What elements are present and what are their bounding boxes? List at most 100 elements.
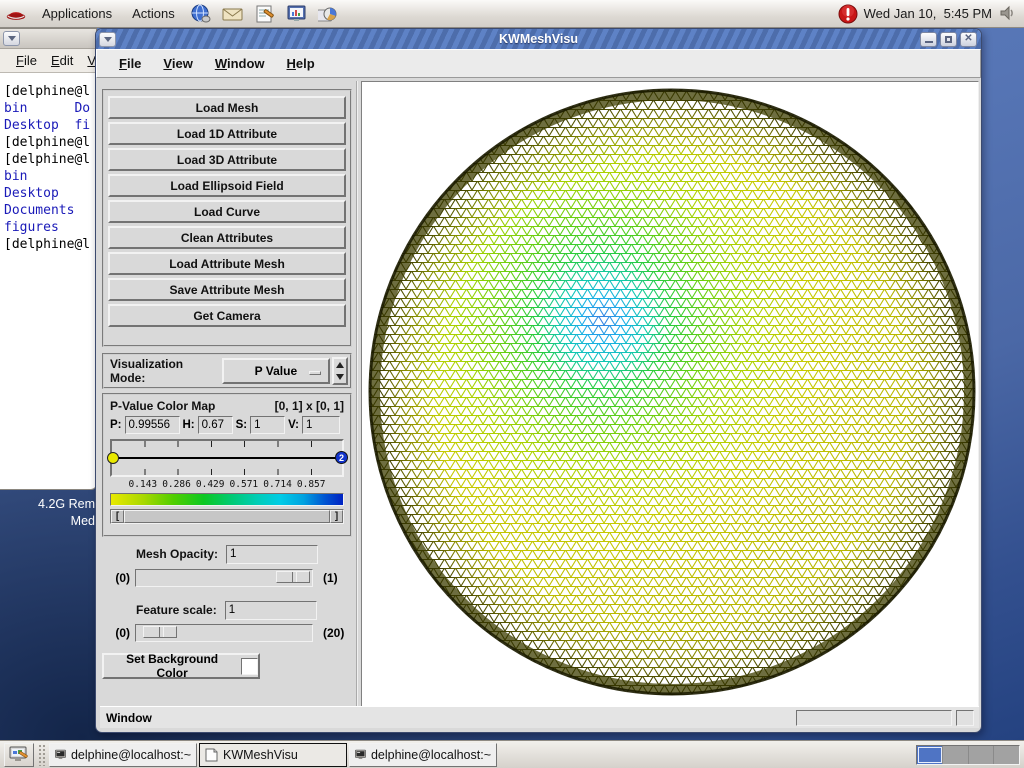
feature-scale-slider[interactable] <box>135 624 313 642</box>
window-menu-icon[interactable] <box>3 31 20 46</box>
load-3d-attribute-button[interactable]: Load 3D Attribute <box>108 148 346 171</box>
colormap-gradient-bar <box>110 493 344 506</box>
colormap-handle-left[interactable] <box>107 452 119 464</box>
set-background-color-button[interactable]: Set Background Color <box>102 653 260 679</box>
status-text: Window <box>100 711 152 725</box>
panel-divider[interactable] <box>356 81 358 707</box>
feature-slider-handle[interactable] <box>143 626 177 638</box>
terminal-line: bin Do <box>4 100 92 117</box>
show-desktop-icon <box>9 746 29 763</box>
menu-help[interactable]: Help <box>287 56 315 71</box>
volume-icon[interactable] <box>998 4 1016 22</box>
range-thumb[interactable] <box>124 510 330 523</box>
terminal-menu-edit[interactable]: Edit <box>51 53 73 68</box>
mesh-opacity-slider[interactable] <box>135 569 313 587</box>
optionmenu-indicator-icon <box>309 371 321 375</box>
status-bar: Window <box>100 706 979 728</box>
colormap-tick-labels: 0.143 0.286 0.429 0.571 0.714 0.857 <box>110 479 344 490</box>
presentation-icon[interactable] <box>284 2 310 26</box>
colormap-function-editor[interactable]: 2 <box>110 439 344 477</box>
taskbar: delphine@localhost:~ KWMeshVisu delphine… <box>0 740 1024 768</box>
menu-window[interactable]: Window <box>215 56 265 71</box>
mesh-opacity-label: Mesh Opacity: <box>136 547 218 561</box>
status-grip[interactable] <box>956 710 974 726</box>
load-ellipsoid-field-button[interactable]: Load Ellipsoid Field <box>108 174 346 197</box>
colormap-range-scrollbar[interactable]: [ ] <box>110 509 344 524</box>
terminal-line: Desktop fi <box>4 117 92 134</box>
word-processor-icon[interactable] <box>252 2 278 26</box>
applications-menu[interactable]: Applications <box>32 0 122 27</box>
mesh-opacity-field[interactable]: 1 <box>226 545 318 564</box>
terminal-icon <box>355 748 366 761</box>
opacity-slider-handle[interactable] <box>276 571 310 583</box>
clock[interactable]: Wed Jan 10, 5:45 PM <box>864 6 992 21</box>
workspace-1[interactable] <box>917 746 943 764</box>
load-buttons-frame: Load Mesh Load 1D Attribute Load 3D Attr… <box>102 89 352 347</box>
terminal-line: [delphine@l <box>4 83 92 100</box>
desktop-media-icon-label[interactable]: 4.2G Rem Med <box>0 496 95 530</box>
terminal-window[interactable]: File Edit View [delphine@l bin Do Deskto… <box>0 28 97 490</box>
terminal-line: bin <box>4 168 92 185</box>
visualization-mode-frame: Visualization Mode: P Value <box>102 353 352 389</box>
terminal-menubar: File Edit View <box>0 49 96 73</box>
document-icon <box>205 748 218 762</box>
h-label: H: <box>183 419 195 431</box>
window-menu-icon[interactable] <box>99 32 116 47</box>
close-icon[interactable]: ✕ <box>960 32 977 47</box>
range-left-grip[interactable]: [ <box>111 510 124 523</box>
terminal-menu-file[interactable]: File <box>16 53 37 68</box>
spreadsheet-pie-icon[interactable] <box>316 2 342 26</box>
visualization-mode-select[interactable]: P Value <box>222 358 330 384</box>
workspace-4[interactable] <box>994 746 1019 764</box>
feature-scale-field[interactable]: 1 <box>225 601 317 620</box>
menu-view[interactable]: View <box>163 56 192 71</box>
h-value-field[interactable]: 0.67 <box>198 416 233 434</box>
spin-down-icon[interactable] <box>334 371 346 383</box>
menu-file[interactable]: File <box>119 56 141 71</box>
clean-attributes-button[interactable]: Clean Attributes <box>108 226 346 249</box>
taskbar-drag-handle[interactable] <box>38 744 45 766</box>
load-1d-attribute-button[interactable]: Load 1D Attribute <box>108 122 346 145</box>
load-curve-button[interactable]: Load Curve <box>108 200 346 223</box>
s-value-field[interactable]: 1 <box>250 416 285 434</box>
p-value-field[interactable]: 0.99556 <box>125 416 180 434</box>
control-panel: Load Mesh Load 1D Attribute Load 3D Attr… <box>100 81 354 707</box>
feature-scale-label: Feature scale: <box>136 603 217 617</box>
workspace-2[interactable] <box>943 746 969 764</box>
minimize-icon[interactable] <box>920 32 937 47</box>
visualization-mode-spinner[interactable] <box>332 357 348 385</box>
s-label: S: <box>236 419 248 431</box>
background-color-swatch <box>241 658 258 675</box>
get-camera-button[interactable]: Get Camera <box>108 304 346 327</box>
task-kwmeshvisu[interactable]: KWMeshVisu <box>199 743 347 767</box>
kwmeshvisu-titlebar[interactable]: KWMeshVisu ✕ <box>96 29 981 49</box>
task-terminal-2[interactable]: delphine@localhost:~ <box>349 743 497 767</box>
alert-notification-icon[interactable] <box>838 4 858 24</box>
v-value-field[interactable]: 1 <box>302 416 340 434</box>
colormap-title: P-Value Color Map <box>110 399 215 413</box>
kwmeshvisu-menubar: File View Window Help <box>96 49 981 78</box>
range-right-grip[interactable]: ] <box>330 510 343 523</box>
actions-menu[interactable]: Actions <box>122 0 185 27</box>
task-terminal-1[interactable]: delphine@localhost:~ <box>49 743 197 767</box>
render-viewport[interactable] <box>361 81 979 707</box>
web-browser-icon[interactable] <box>188 2 214 26</box>
spin-up-icon[interactable] <box>334 359 346 371</box>
email-icon[interactable] <box>220 2 246 26</box>
redhat-menu-icon[interactable] <box>3 2 29 26</box>
workspace-3[interactable] <box>969 746 995 764</box>
maximize-icon[interactable] <box>940 32 957 47</box>
feature-min-label: (0) <box>100 626 130 640</box>
terminal-line: figures <box>4 219 92 236</box>
terminal-titlebar[interactable] <box>0 29 96 49</box>
feature-max-label: (20) <box>318 626 354 640</box>
window-title: KWMeshVisu <box>96 32 981 46</box>
load-attribute-mesh-button[interactable]: Load Attribute Mesh <box>108 252 346 275</box>
terminal-output[interactable]: [delphine@l bin Do Desktop fi [delphine@… <box>0 73 96 253</box>
colormap-handle-right[interactable]: 2 <box>335 451 348 464</box>
mesh-sphere <box>362 82 978 706</box>
show-desktop-button[interactable] <box>4 743 34 767</box>
save-attribute-mesh-button[interactable]: Save Attribute Mesh <box>108 278 346 301</box>
load-mesh-button[interactable]: Load Mesh <box>108 96 346 119</box>
top-panel: Applications Actions <box>0 0 1024 28</box>
